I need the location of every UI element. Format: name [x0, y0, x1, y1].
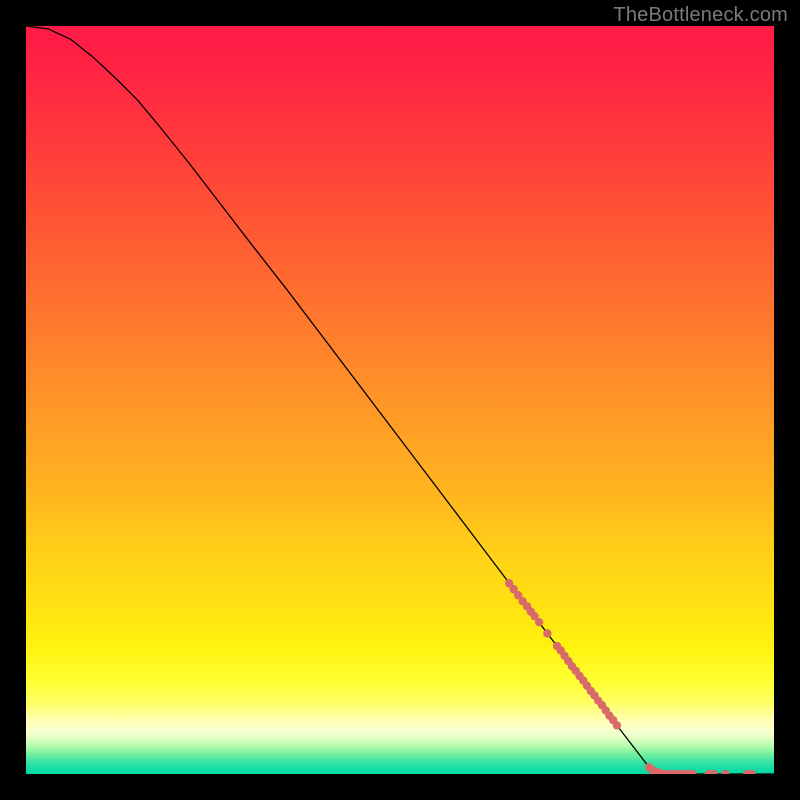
chart-dots — [505, 579, 756, 774]
chart-dot — [613, 721, 621, 729]
chart-dot — [543, 629, 551, 637]
watermark-label: TheBottleneck.com — [613, 4, 788, 27]
plot-area — [26, 26, 774, 774]
chart-overlay — [26, 26, 774, 774]
chart-dot — [721, 770, 729, 774]
chart-dot — [535, 618, 543, 626]
chart-curve — [26, 26, 774, 774]
chart-stage: TheBottleneck.com — [0, 0, 800, 800]
